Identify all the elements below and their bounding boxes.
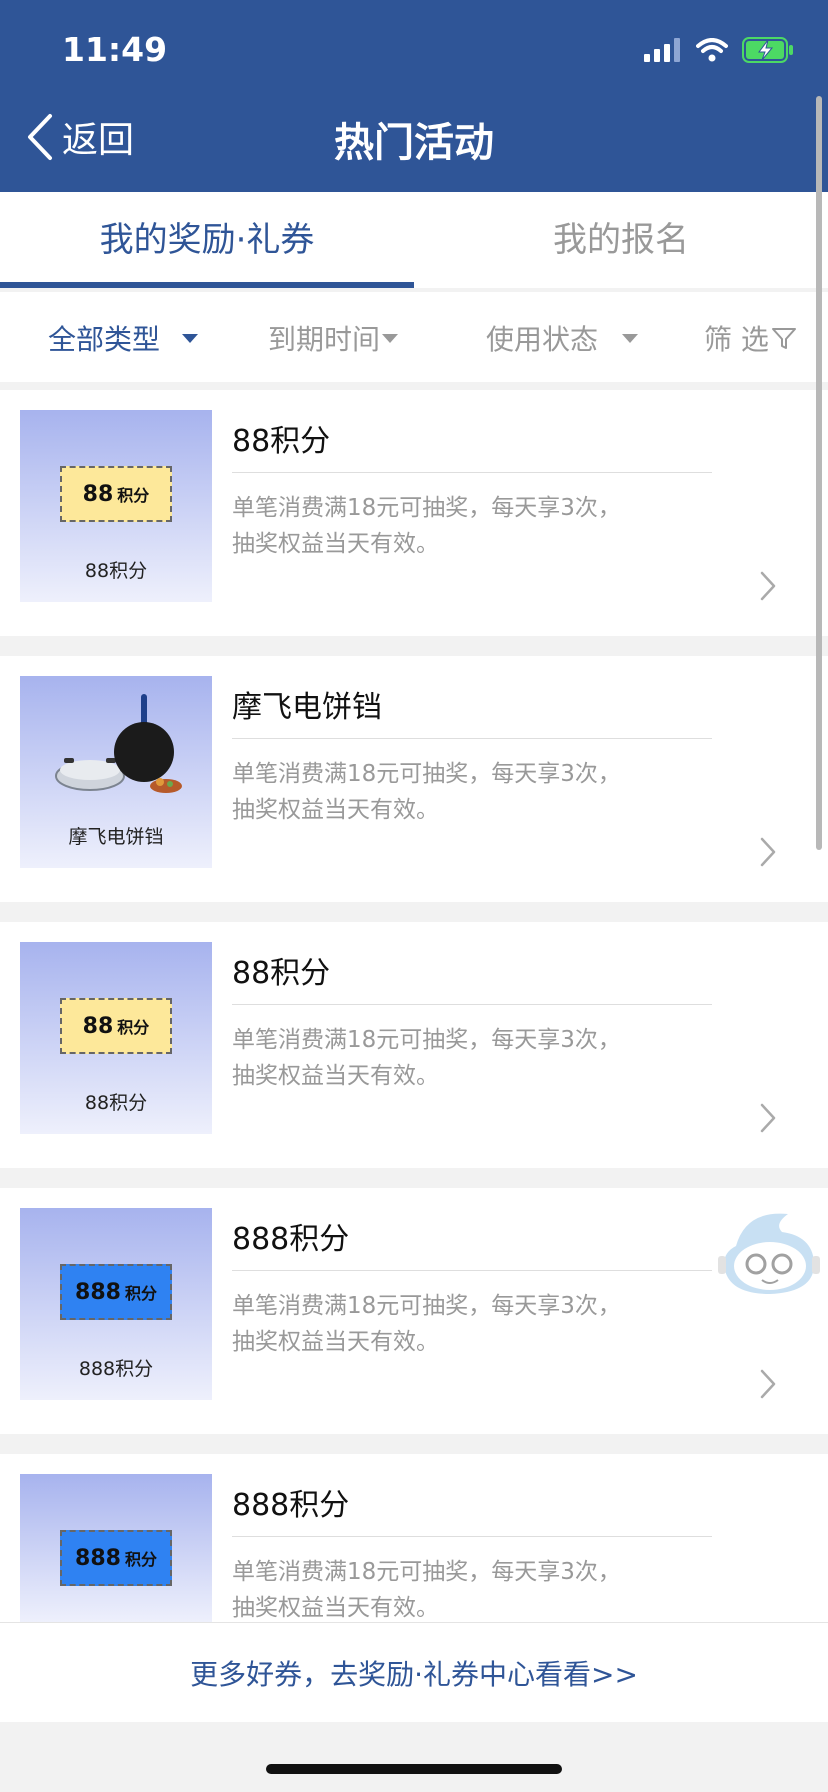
card-description: 单笔消费满18元可抽奖，每天享3次， 抽奖权益当天有效。 bbox=[232, 1293, 621, 1355]
filter-label: 全部类型 bbox=[48, 323, 161, 356]
wifi-icon bbox=[696, 38, 728, 62]
thumbnail-caption: 88积分 bbox=[84, 1092, 148, 1114]
thumbnail-caption: 888积分 bbox=[78, 1358, 154, 1380]
card-title: 88积分 bbox=[232, 424, 331, 459]
reward-card[interactable]: 摩飞电饼铛 摩飞电饼铛 单笔消费满18元可抽奖，每天享3次， 抽奖权益当天有效。 bbox=[0, 656, 828, 902]
home-indicator bbox=[266, 1764, 562, 1774]
card-title: 摩飞电饼铛 bbox=[232, 690, 382, 725]
filter-usage-status[interactable]: 使用状态 bbox=[486, 318, 639, 358]
reward-thumbnail: 888 积分 bbox=[20, 1474, 212, 1622]
points-ticket: 888 积分 bbox=[60, 1530, 172, 1586]
chevron-right-icon bbox=[760, 1103, 776, 1133]
card-description: 单笔消费满18元可抽奖，每天享3次， 抽奖权益当天有效。 bbox=[232, 495, 621, 557]
filter-funnel-icon bbox=[771, 328, 796, 349]
card-description: 单笔消费满18元可抽奖，每天享3次， 抽奖权益当天有效。 bbox=[232, 1559, 621, 1621]
caret-down-icon bbox=[622, 333, 639, 343]
points-ticket: 888 积分 bbox=[60, 1264, 172, 1320]
card-title: 88积分 bbox=[232, 956, 331, 991]
signal-icon bbox=[644, 38, 680, 62]
footer-bar: 更多好券，去奖励·礼券中心看看>> bbox=[0, 1622, 828, 1722]
reward-card[interactable]: 88 积分 88积分 88积分 单笔消费满18元可抽奖，每天享3次， 抽奖权益当… bbox=[0, 390, 828, 636]
griddle-pan-icon bbox=[55, 694, 182, 793]
caret-down-icon bbox=[382, 333, 399, 343]
filter-expiry-time[interactable]: 到期时间 bbox=[268, 318, 399, 358]
app-header: 11:49 返回 热门活动 bbox=[0, 0, 828, 192]
reward-thumbnail: 888 积分 888积分 bbox=[20, 1208, 212, 1400]
thumbnail-caption: 88积分 bbox=[84, 560, 148, 582]
filter-label: 筛 选 bbox=[704, 323, 769, 356]
chevron-right-icon bbox=[760, 571, 776, 601]
tab-my-signups[interactable]: 我的报名 bbox=[414, 192, 828, 288]
reward-card[interactable]: 88 积分 88积分 88积分 单笔消费满18元可抽奖，每天享3次， 抽奖权益当… bbox=[0, 922, 828, 1168]
status-icons bbox=[644, 30, 794, 70]
status-time: 11:49 bbox=[62, 30, 168, 69]
divider bbox=[232, 1270, 712, 1271]
divider bbox=[232, 472, 712, 473]
card-title: 888积分 bbox=[232, 1488, 350, 1523]
filter-button[interactable]: 筛 选 bbox=[704, 318, 797, 358]
rewards-center-link[interactable]: 更多好券，去奖励·礼券中心看看>> bbox=[190, 1653, 638, 1693]
filter-all-types[interactable]: 全部类型 bbox=[48, 318, 199, 358]
tab-bar: 我的奖励·礼券 我的报名 bbox=[0, 192, 828, 288]
chevron-right-icon bbox=[760, 837, 776, 867]
reward-thumbnail: 88 积分 88积分 bbox=[20, 942, 212, 1134]
filter-label: 到期时间 bbox=[268, 323, 381, 356]
divider bbox=[232, 1536, 712, 1537]
page-title: 热门活动 bbox=[334, 120, 494, 166]
filter-bar: 全部类型 到期时间 使用状态 筛 选 bbox=[0, 292, 828, 382]
divider bbox=[232, 1004, 712, 1005]
reward-thumbnail: 摩飞电饼铛 bbox=[20, 676, 212, 868]
points-ticket: 88 积分 bbox=[60, 998, 172, 1054]
battery-charging-icon bbox=[742, 37, 793, 63]
tab-indicator bbox=[0, 282, 414, 288]
reward-card[interactable]: 888 积分 888积分 888积分 单笔消费满18元可抽奖，每天享3次， 抽奖… bbox=[0, 1188, 828, 1434]
points-ticket: 88 积分 bbox=[60, 466, 172, 522]
filter-label: 使用状态 bbox=[486, 323, 599, 356]
caret-down-icon bbox=[182, 333, 199, 343]
chevron-right-icon bbox=[760, 1369, 776, 1399]
reward-thumbnail: 88 积分 88积分 bbox=[20, 410, 212, 602]
card-title: 888积分 bbox=[232, 1222, 350, 1257]
thumbnail-caption: 摩飞电饼铛 bbox=[68, 826, 164, 848]
tab-my-rewards[interactable]: 我的奖励·礼券 bbox=[0, 192, 414, 288]
scrollbar[interactable] bbox=[816, 96, 822, 850]
divider bbox=[232, 738, 712, 739]
card-description: 单笔消费满18元可抽奖，每天享3次， 抽奖权益当天有效。 bbox=[232, 761, 621, 823]
card-description: 单笔消费满18元可抽奖，每天享3次， 抽奖权益当天有效。 bbox=[232, 1027, 621, 1089]
mascot-icon[interactable] bbox=[716, 1206, 822, 1302]
reward-card[interactable]: 888 积分 888积分 单笔消费满18元可抽奖，每天享3次， 抽奖权益当天有效… bbox=[0, 1454, 828, 1622]
